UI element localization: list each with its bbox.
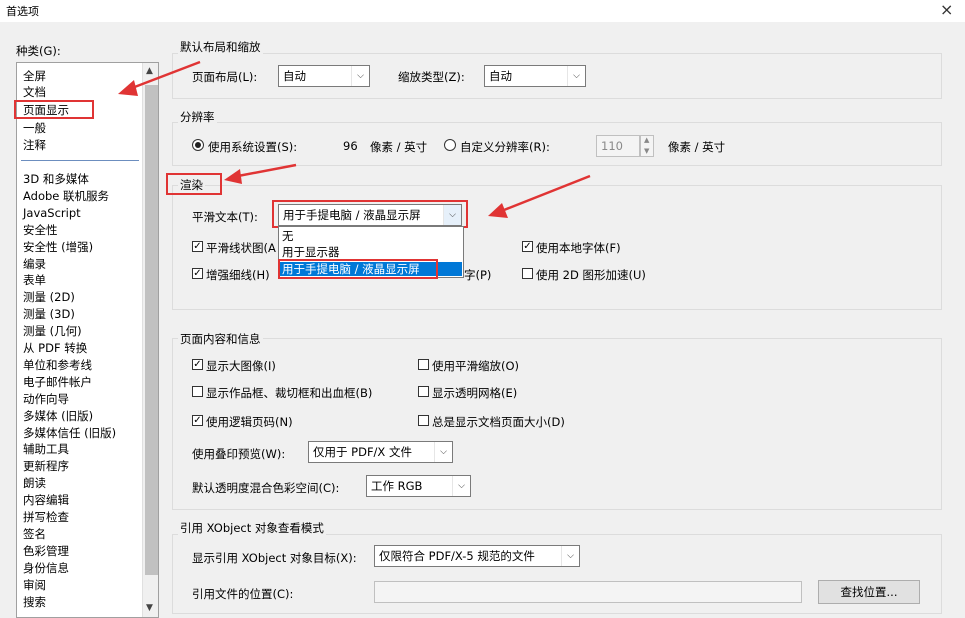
- arrow-to-page-display-head: [118, 80, 138, 96]
- annotation-arrows: [118, 60, 591, 218]
- arrow-to-render: [237, 163, 297, 178]
- arrow-to-render-head: [224, 169, 242, 184]
- arrow-to-smooth-text: [503, 174, 591, 212]
- arrow-to-smooth-text-head: [488, 203, 508, 218]
- arrow-to-page-display: [131, 60, 201, 90]
